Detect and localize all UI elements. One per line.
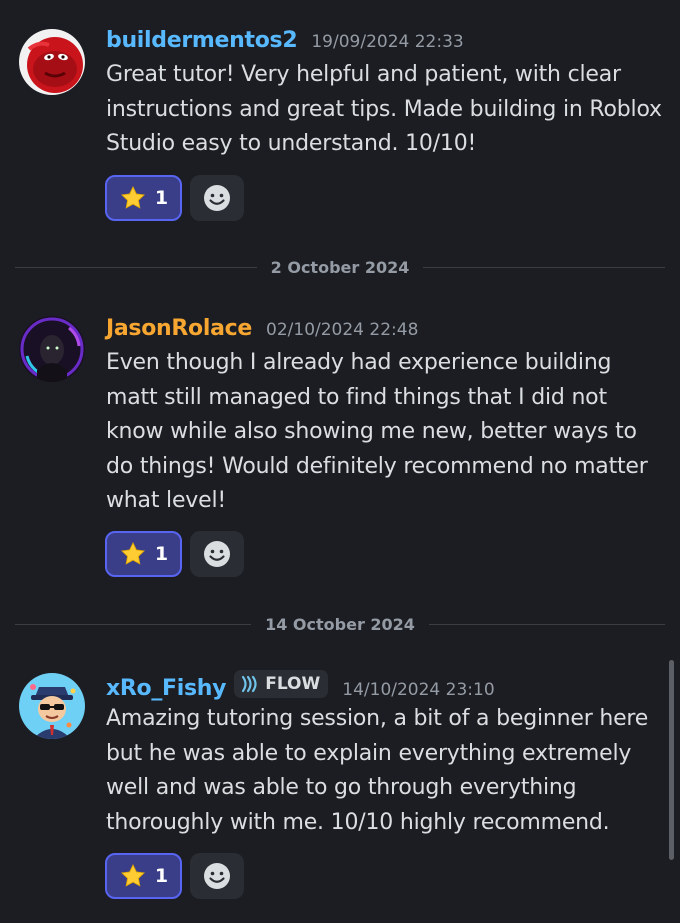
star-icon xyxy=(119,540,147,568)
message-text: Even though I already had experience bui… xyxy=(106,350,648,513)
date-divider: 14 October 2024 xyxy=(15,614,666,634)
reaction-bar: 1 xyxy=(105,853,244,899)
message-text: Amazing tutoring session, a bit of a beg… xyxy=(106,706,649,835)
scrollbar[interactable] xyxy=(669,660,674,860)
avatar[interactable] xyxy=(19,673,85,739)
timestamp: 19/09/2024 22:33 xyxy=(311,32,464,52)
message-text: Great tutor! Very helpful and patient, w… xyxy=(106,62,662,156)
reaction-count: 1 xyxy=(154,543,169,565)
smiley-icon xyxy=(204,185,230,211)
divider-line xyxy=(428,623,666,625)
username[interactable]: buildermentos2 xyxy=(106,28,298,53)
reaction-count: 1 xyxy=(154,187,169,209)
divider-date: 2 October 2024 xyxy=(270,257,410,277)
wave-icon xyxy=(240,675,260,693)
date-divider: 2 October 2024 xyxy=(15,257,666,277)
star-reaction[interactable]: 1 xyxy=(105,531,182,577)
add-reaction-button[interactable] xyxy=(190,531,244,577)
avatar[interactable] xyxy=(19,29,85,95)
star-reaction[interactable]: 1 xyxy=(105,175,182,221)
username[interactable]: JasonRolace xyxy=(106,316,252,341)
username[interactable]: xRo_Fishy xyxy=(106,676,227,701)
star-icon xyxy=(119,184,147,212)
reaction-bar: 1 xyxy=(105,175,244,221)
add-reaction-button[interactable] xyxy=(190,175,244,221)
star-reaction[interactable]: 1 xyxy=(105,853,182,899)
divider-line xyxy=(15,623,252,625)
smiley-icon xyxy=(204,863,230,889)
avatar[interactable] xyxy=(19,316,85,382)
divider-date: 14 October 2024 xyxy=(265,614,415,634)
reaction-bar: 1 xyxy=(105,531,244,577)
divider-line xyxy=(15,266,257,268)
star-icon xyxy=(119,862,147,890)
divider-line xyxy=(423,266,666,268)
add-reaction-button[interactable] xyxy=(190,853,244,899)
tag-label: FLOW xyxy=(265,674,321,694)
timestamp: 02/10/2024 22:48 xyxy=(266,320,419,340)
server-tag[interactable]: FLOW xyxy=(234,670,329,698)
smiley-icon xyxy=(204,541,230,567)
timestamp: 14/10/2024 23:10 xyxy=(342,680,495,700)
reaction-count: 1 xyxy=(154,865,169,887)
